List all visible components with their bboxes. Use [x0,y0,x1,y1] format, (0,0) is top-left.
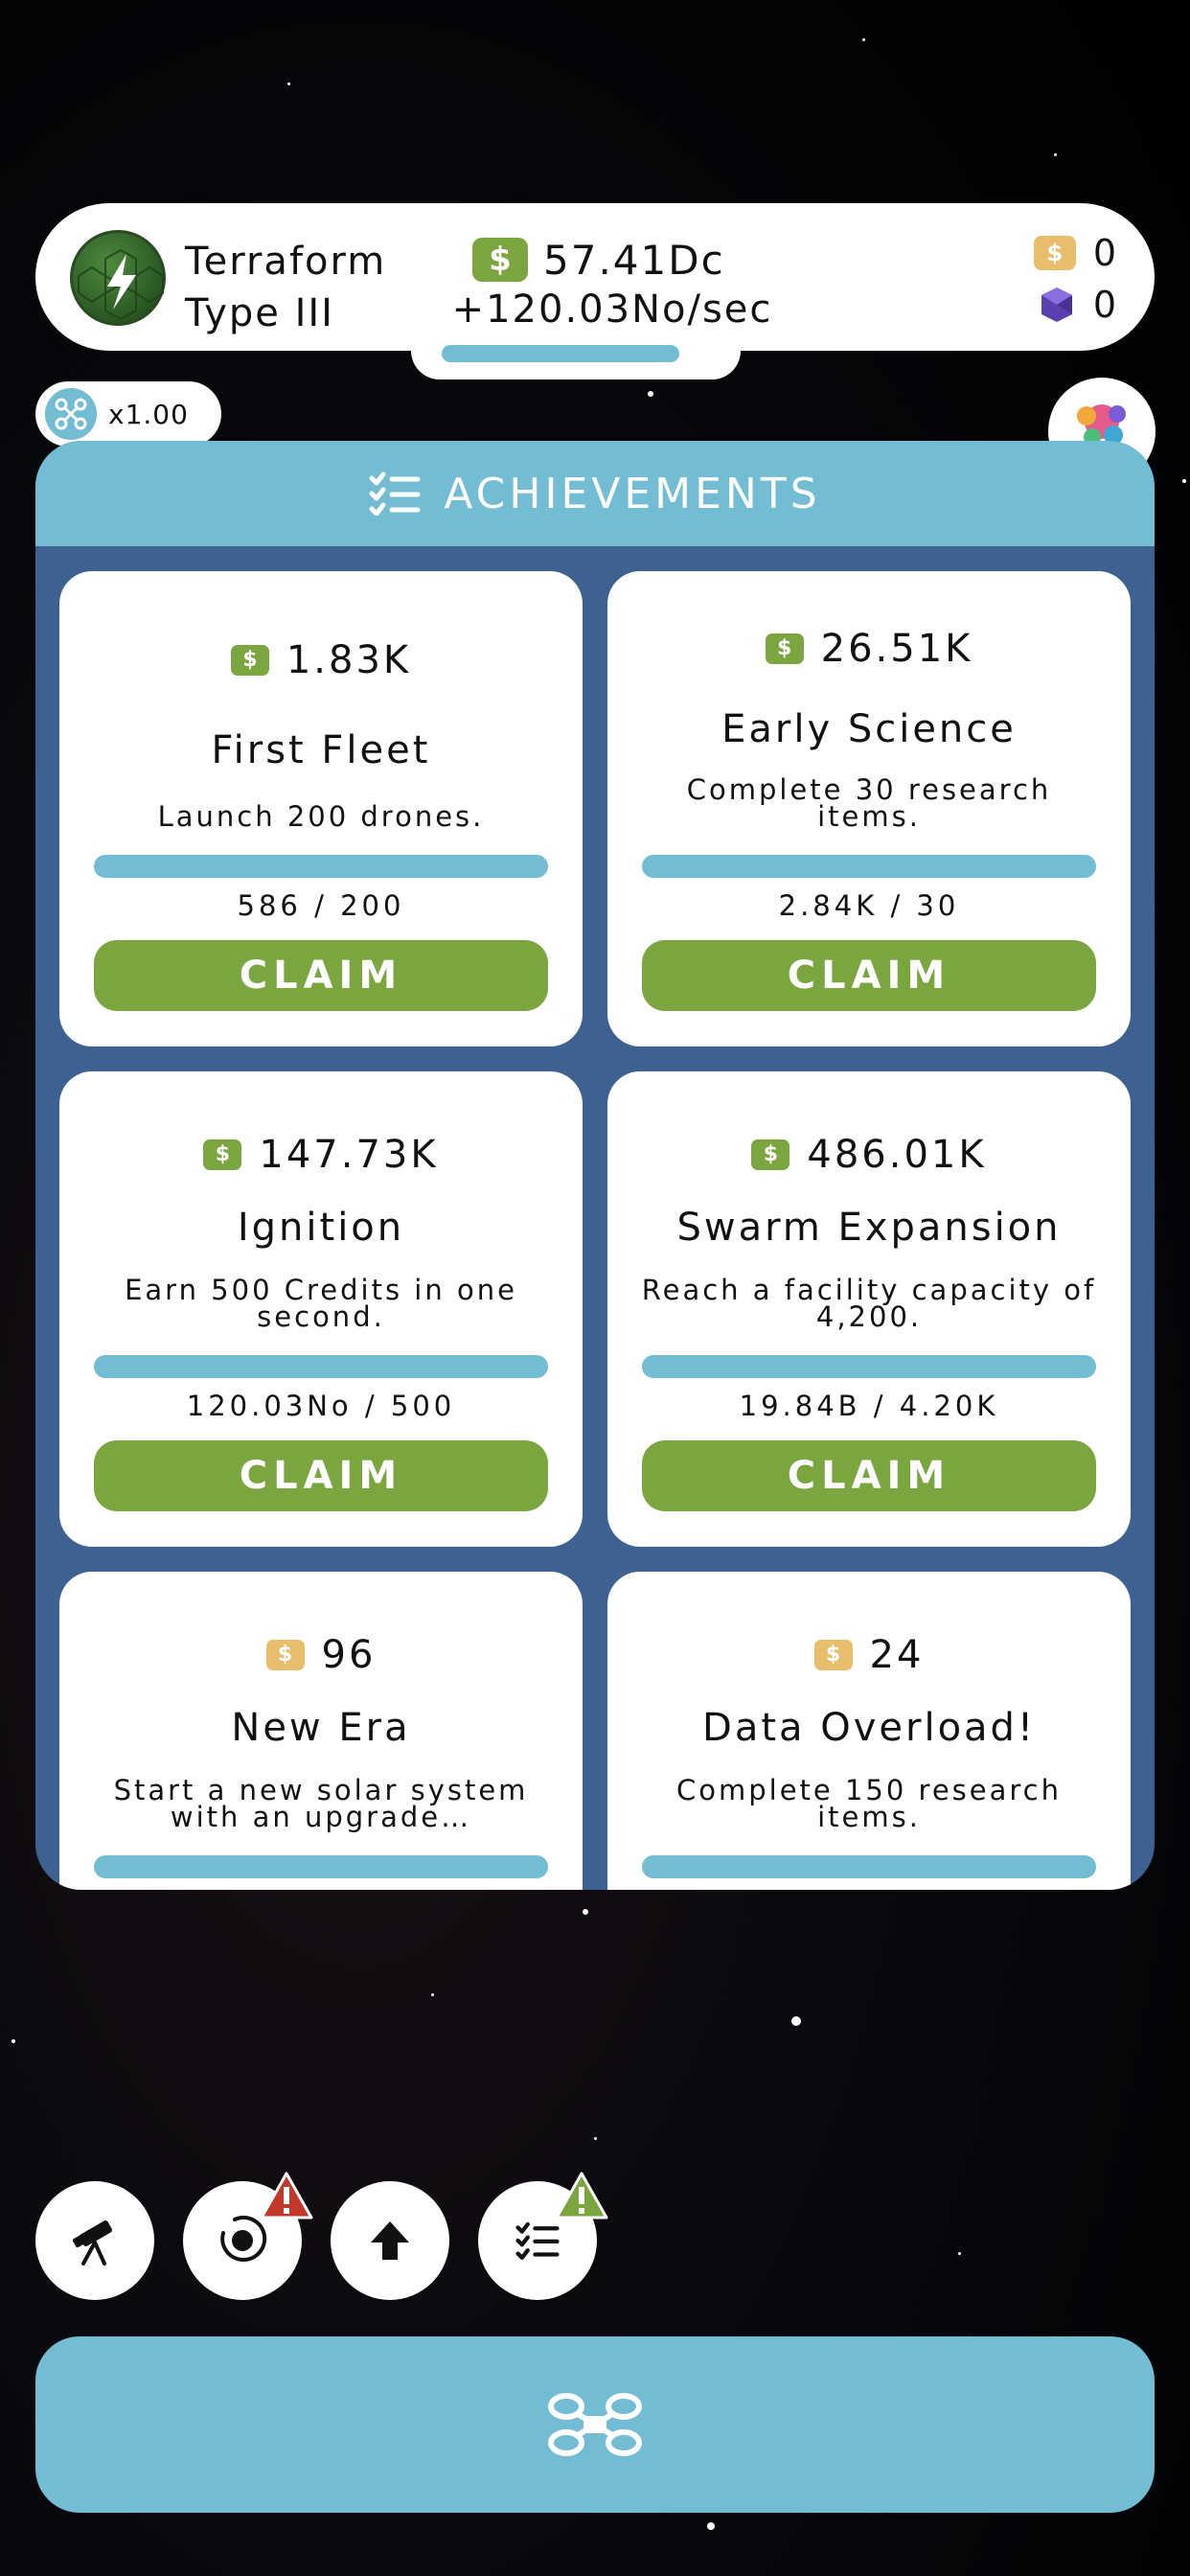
income-rate: +120.03No/sec [451,288,773,332]
star [648,391,653,397]
planet-name: Terraform Type III [185,236,434,339]
reward-value: 96 [321,1633,377,1677]
upgrade-arrow-icon [371,2221,409,2260]
achievement-desc: Complete 150 research items. [675,1774,1062,1833]
achievement-title: Swarm Expansion [676,1206,1062,1250]
header-pulldown-tab[interactable] [411,335,741,380]
reward: $ 147.73K [59,1133,583,1177]
achievements-list-icon [515,2221,560,2260]
gold-coin-icon: $ [265,1640,305,1670]
money-display: $ 57.41Dc [472,236,725,284]
star [287,82,290,85]
star [862,38,865,41]
gem-display: 0 [1038,284,1116,326]
achievements-header: ACHIEVEMENTS [35,441,1155,546]
progress-text: 2.84K / 30 [778,889,960,922]
reward: $ 1.83K [59,638,583,682]
star [583,1909,588,1915]
star [707,2522,715,2530]
reward: $ 486.01K [607,1133,1131,1177]
reward-value: 1.83K [286,638,412,682]
orbit-icon [220,2216,267,2262]
planet-name-line2: Type III [185,291,334,335]
achievement-card: $ 147.73K Ignition Earn 500 Credits in o… [59,1071,583,1547]
drone-multiplier[interactable]: x1.00 [35,381,221,447]
money-icon: $ [765,633,804,664]
achievement-title: Ignition [237,1206,405,1250]
progress-bar [94,1355,548,1378]
gold-coin-icon: $ [1033,236,1076,270]
achievement-card: $ 96 New Era Start a new solar system wi… [59,1572,583,1890]
reward-value: 486.01K [807,1133,987,1177]
pulldown-handle[interactable] [442,345,679,362]
progress-bar [642,1855,1096,1878]
achievements-grid: $ 1.83K First Fleet Launch 200 drones. 5… [59,571,1131,1890]
achievement-card: $ 1.83K First Fleet Launch 200 drones. 5… [59,571,583,1046]
claim-button[interactable]: CLAIM [94,940,548,1011]
drone-icon [548,2393,642,2456]
star [791,2016,801,2026]
multiplier-value: x1.00 [108,398,189,430]
gold-display: $ 0 [1033,232,1116,274]
checklist-icon [369,472,421,516]
progress-bar [94,855,548,878]
reward: $ 24 [607,1633,1131,1677]
money-icon: $ [472,238,528,282]
orbit-button[interactable] [183,2172,313,2300]
progress-text: 586 / 200 [237,889,405,922]
star [958,2252,961,2255]
achievement-desc: Complete 30 research items. [686,773,1052,833]
reward-value: 24 [869,1633,925,1677]
telescope-icon [72,2220,112,2266]
achievement-desc: Reach a facility capacity of 4,200. [641,1274,1097,1333]
achievements-button[interactable] [478,2172,608,2300]
reward-value: 147.73K [259,1133,439,1177]
money-value: 57.41Dc [543,236,725,284]
planet-icon[interactable] [70,230,166,326]
green-alert-icon [555,2172,608,2220]
gold-value: 0 [1092,232,1116,274]
gem-icon [1041,288,1072,322]
achievement-title: Data Overload! [702,1706,1036,1750]
money-icon: $ [751,1139,790,1170]
achievement-title: Early Science [721,707,1017,751]
progress-text: 120.03No / 500 [186,1390,456,1422]
achievement-desc: Start a new solar system with an upgrade… [113,1774,529,1833]
reward-value: 26.51K [820,627,973,671]
claim-button[interactable]: CLAIM [642,940,1096,1011]
red-alert-icon [260,2172,313,2220]
achievement-card: $ 26.51K Early Science Complete 30 resea… [607,571,1131,1046]
progress-text: 19.84B / 4.20K [739,1390,999,1422]
achievement-desc: Earn 500 Credits in one second. [125,1274,517,1333]
star [594,2137,597,2140]
achievement-card: $ 486.01K Swarm Expansion Reach a facili… [607,1071,1131,1547]
achievement-title: New Era [231,1706,411,1750]
progress-bar [642,855,1096,878]
money-icon: $ [230,645,269,676]
launch-drone-button[interactable] [35,2336,1155,2513]
star [431,1993,434,1996]
planet-name-line1: Terraform [185,240,387,284]
drone-small-icon [45,388,97,440]
achievement-title: First Fleet [211,728,431,772]
star [1054,153,1057,156]
panel-title: ACHIEVEMENTS [444,469,821,518]
reward: $ 26.51K [607,627,1131,671]
progress-bar [642,1355,1096,1378]
star [1182,479,1186,483]
reward: $ 96 [59,1633,583,1677]
gem-value: 0 [1092,284,1116,326]
top-status-bar: Terraform Type III $ 57.41Dc +120.03No/s… [35,203,1155,351]
achievement-card: $ 24 Data Overload! Complete 150 researc… [607,1572,1131,1890]
telescope-button[interactable] [35,2181,154,2300]
claim-button[interactable]: CLAIM [642,1440,1096,1511]
money-icon: $ [203,1139,242,1170]
achievements-panel: ACHIEVEMENTS $ 1.83K First Fleet Launch … [35,441,1155,1890]
claim-button[interactable]: CLAIM [94,1440,548,1511]
star [11,2039,15,2043]
achievement-desc: Launch 200 drones. [157,800,485,833]
gold-coin-icon: $ [813,1640,853,1670]
progress-bar [94,1855,548,1878]
upgrade-button[interactable] [331,2181,449,2300]
